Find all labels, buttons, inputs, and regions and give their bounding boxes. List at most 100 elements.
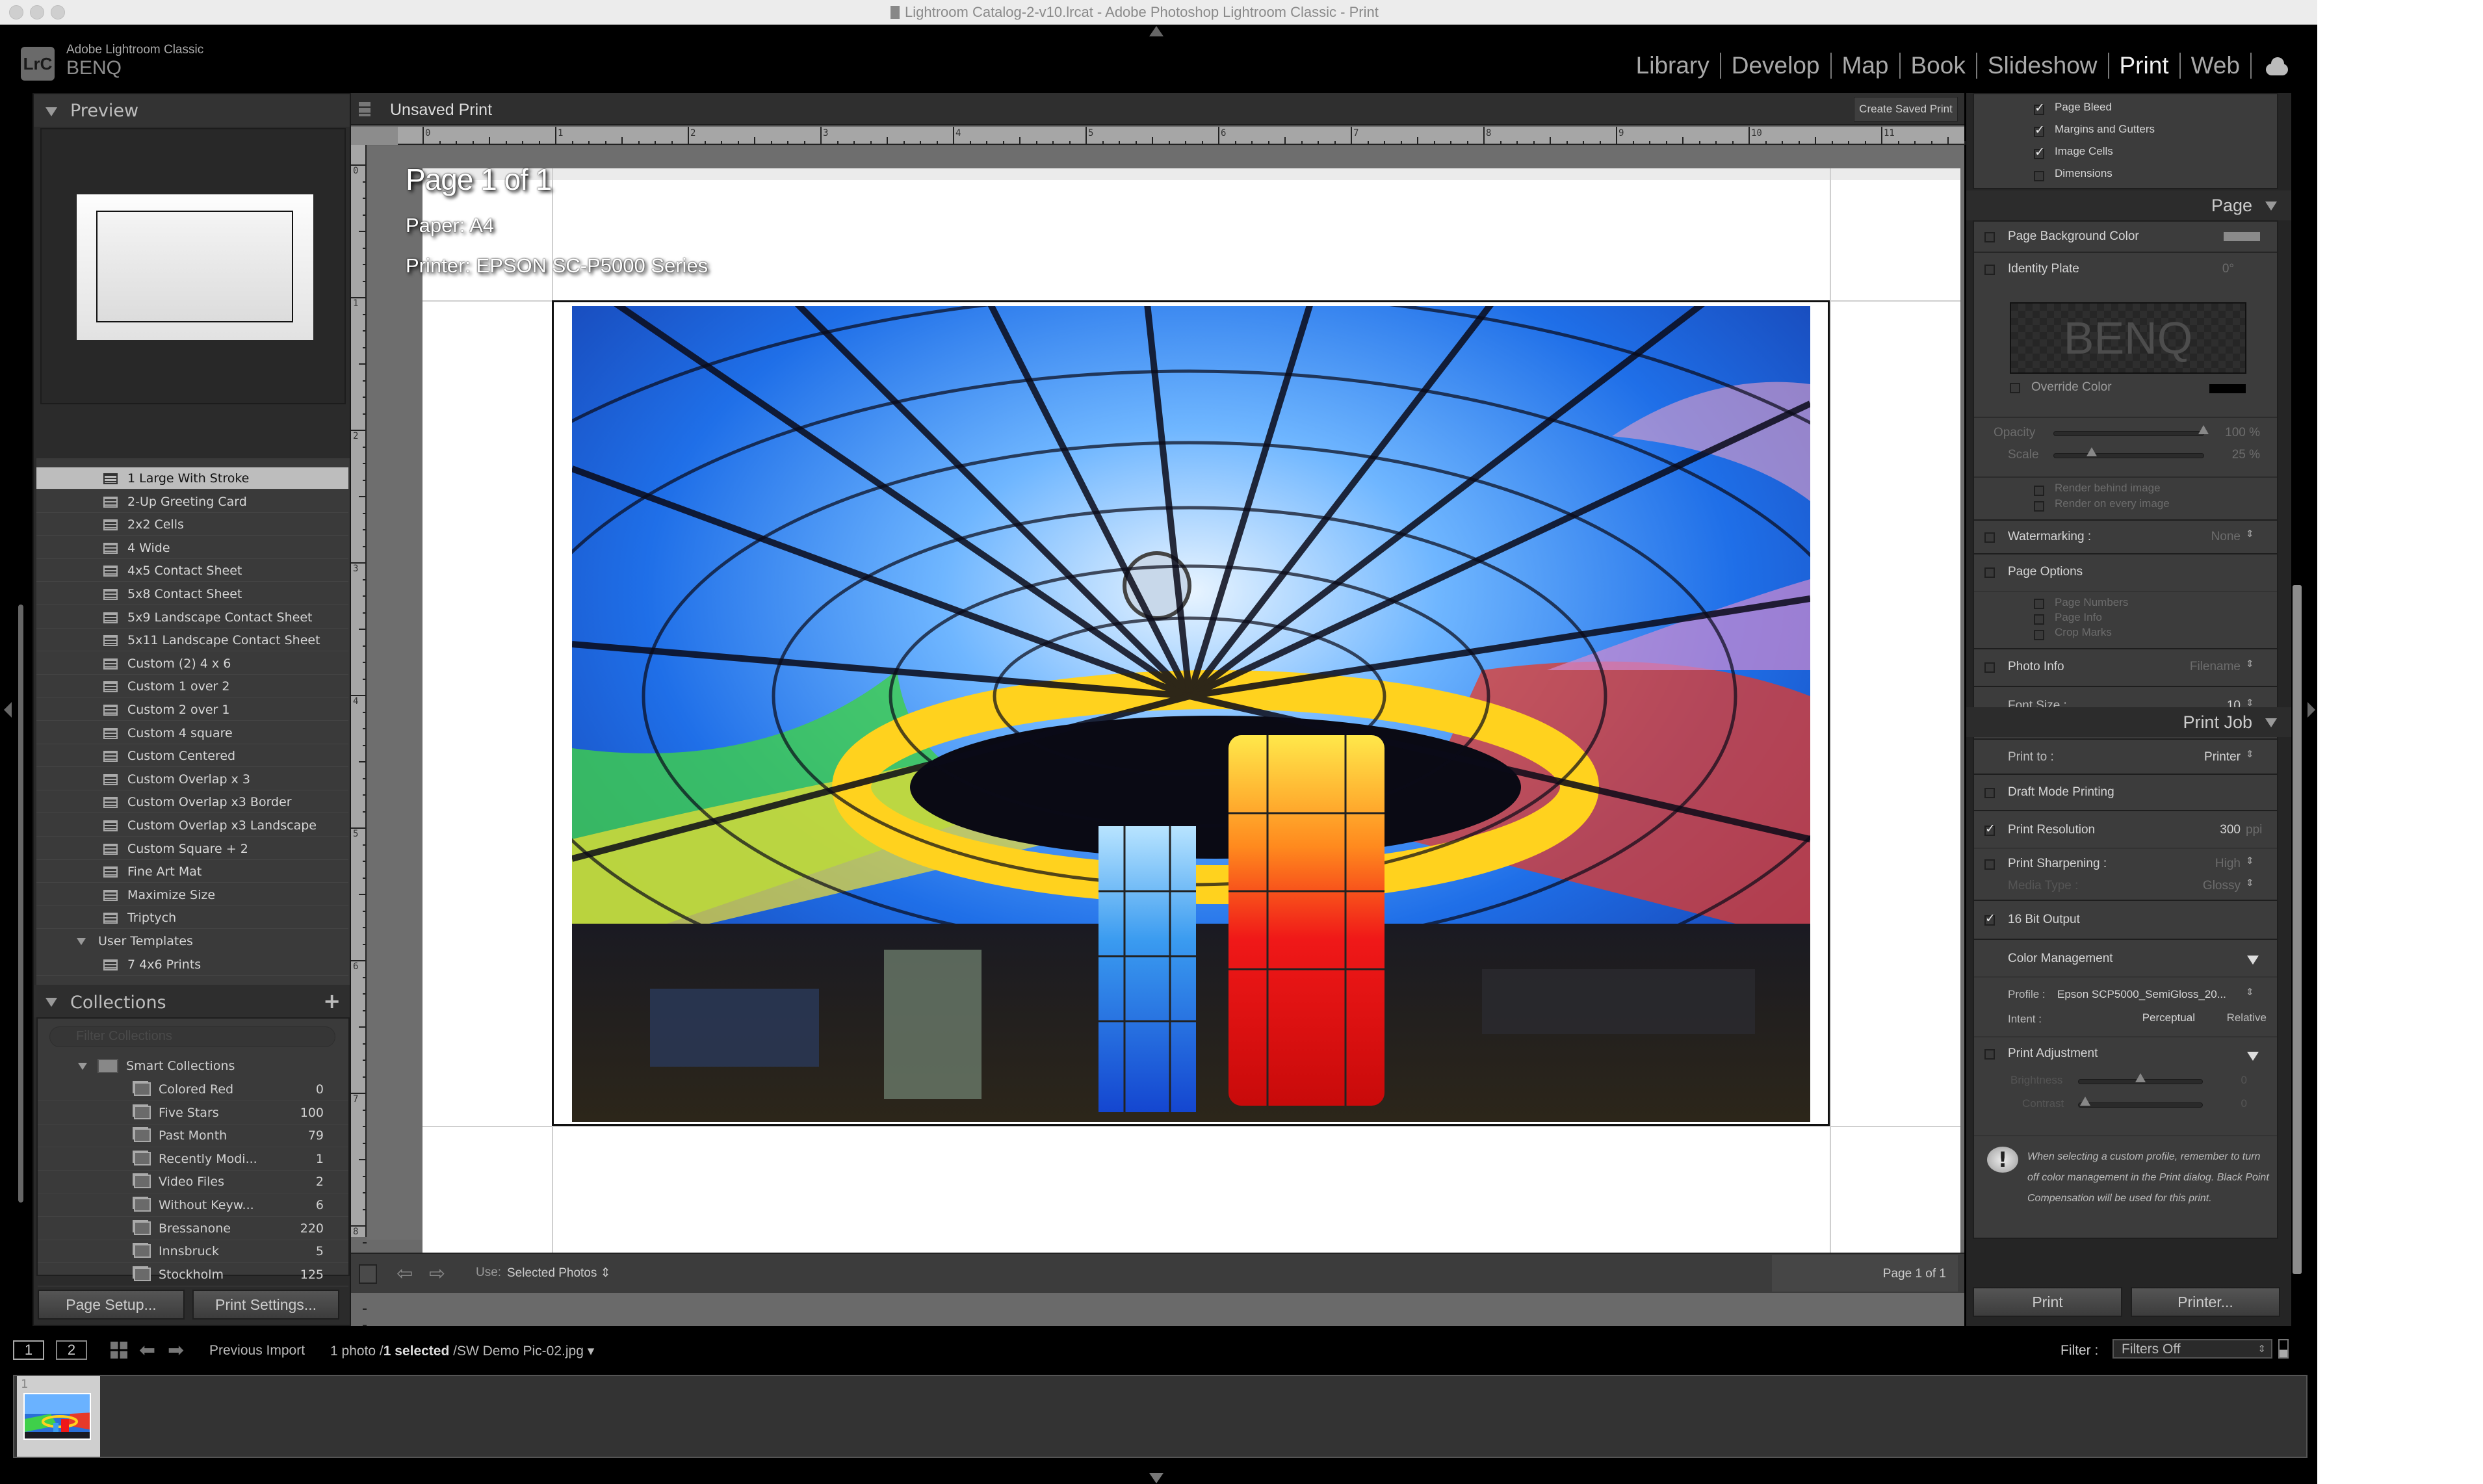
template-item[interactable]: Custom 2 over 1	[36, 699, 348, 721]
zoom-window-button[interactable]	[51, 5, 65, 20]
scale-value[interactable]: 25 %	[2215, 448, 2260, 462]
contrast-slider[interactable]	[2078, 1097, 2203, 1108]
opacity-value[interactable]: 100 %	[2215, 426, 2260, 440]
template-item[interactable]: Triptych	[36, 907, 348, 930]
next-page-arrow-icon[interactable]: ⇨	[429, 1264, 446, 1284]
smart-collection-item[interactable]: Past Month 79	[38, 1125, 348, 1148]
print-to-select[interactable]: Printer	[2169, 750, 2241, 764]
profile-select[interactable]: Epson SCP5000_SemiGloss_20...	[2057, 988, 2241, 1001]
intent-perceptual[interactable]: Perceptual	[2130, 1011, 2195, 1024]
page-options-checkbox[interactable]	[1984, 567, 1995, 578]
filmstrip-thumbnail[interactable]: 1	[17, 1376, 100, 1457]
photo-info-checkbox[interactable]	[1984, 662, 1995, 673]
minimize-window-button[interactable]	[30, 5, 44, 20]
right-panel-scrollbar[interactable]	[2293, 585, 2302, 1274]
use-selector[interactable]: Selected Photos ⇕	[507, 1266, 611, 1281]
page-setup-button[interactable]: Page Setup...	[38, 1290, 185, 1320]
media-type-select[interactable]: Glossy	[2189, 879, 2241, 893]
collection-item[interactable]: Bressanone 220	[38, 1217, 348, 1240]
template-item[interactable]: Custom Centered	[36, 745, 348, 768]
module-web[interactable]: Web	[2181, 52, 2250, 79]
filter-select[interactable]: Filters Off ⇕	[2112, 1339, 2272, 1359]
photo-dome-of-light[interactable]	[572, 306, 1810, 1122]
scale-slider[interactable]	[2053, 447, 2204, 458]
module-slideshow[interactable]: Slideshow	[1977, 52, 2108, 79]
identity-plate-preview[interactable]: BENQ	[2010, 302, 2246, 374]
template-item[interactable]: Custom Overlap x3 Border	[36, 791, 348, 814]
module-map[interactable]: Map	[1832, 52, 1899, 79]
filter-lock-toggle[interactable]	[2278, 1339, 2289, 1359]
slider-thumb[interactable]	[2198, 425, 2209, 434]
collections-panel-header[interactable]: Collections +	[34, 985, 350, 1017]
create-saved-print-button[interactable]: Create Saved Print	[1854, 97, 1958, 122]
guide-checkbox[interactable]	[2034, 145, 2045, 159]
template-item[interactable]: Custom 4 square	[36, 722, 348, 744]
slider-thumb[interactable]	[2135, 1073, 2146, 1082]
template-item[interactable]: 4 Wide	[36, 537, 348, 559]
print-sharpening-select[interactable]: High	[2189, 857, 2241, 871]
page-background-swatch[interactable]	[2224, 232, 2260, 241]
filter-collections-input[interactable]: Filter Collections	[49, 1026, 335, 1047]
brightness-value[interactable]: 0	[2221, 1074, 2247, 1087]
previous-page-arrow-icon[interactable]: ⇦	[396, 1264, 413, 1284]
16-bit-output-checkbox[interactable]	[1984, 911, 1996, 926]
print-job-panel-header[interactable]: Print Job	[1966, 707, 2291, 737]
smart-collection-item[interactable]: Video Files 2	[38, 1171, 348, 1194]
secondary-window-button[interactable]: 2	[56, 1340, 87, 1360]
page-info-checkbox[interactable]	[2034, 614, 2044, 625]
intent-relative[interactable]: Relative	[2215, 1011, 2267, 1024]
watermarking-select[interactable]: None	[2195, 530, 2241, 544]
brightness-slider[interactable]	[2078, 1073, 2203, 1084]
override-color-checkbox[interactable]	[2010, 383, 2020, 393]
collection-item[interactable]: Stockholm 125	[38, 1264, 348, 1286]
print-resolution-checkbox[interactable]	[1984, 822, 1996, 836]
user-templates-folder[interactable]: User Templates	[36, 930, 348, 952]
guide-checkbox[interactable]	[2034, 101, 2045, 115]
template-item[interactable]: Custom Overlap x 3	[36, 768, 348, 790]
template-item[interactable]: 5x8 Contact Sheet	[36, 583, 348, 605]
preview-panel-header[interactable]: Preview	[34, 94, 350, 127]
template-item[interactable]: Fine Art Mat	[36, 861, 348, 883]
collapse-filmstrip-arrow[interactable]	[1149, 1473, 1164, 1483]
filmstrip-selection-info[interactable]: 1 photo /1 selected /SW Demo Pic-02.jpg …	[330, 1343, 594, 1359]
smart-collection-item[interactable]: Without Keyw... 6	[38, 1194, 348, 1217]
print-button[interactable]: Print	[1973, 1287, 2122, 1317]
template-item[interactable]: Custom (2) 4 x 6	[36, 653, 348, 675]
cloud-icon[interactable]	[2265, 56, 2288, 75]
template-item[interactable]: 2x2 Cells	[36, 514, 348, 536]
module-library[interactable]: Library	[1626, 52, 1720, 79]
forward-arrow-icon[interactable]: ➡	[168, 1339, 184, 1362]
template-item[interactable]: 1 Large With Stroke	[36, 467, 348, 489]
grid-view-icon[interactable]	[110, 1342, 127, 1359]
draft-mode-checkbox[interactable]	[1984, 788, 1995, 798]
template-item[interactable]: 4x5 Contact Sheet	[36, 560, 348, 582]
print-resolution-value[interactable]: 300	[2202, 823, 2241, 837]
color-management-header[interactable]: Color Management	[1974, 941, 2277, 978]
collapse-right-panel-arrow[interactable]	[2308, 702, 2315, 718]
slider-thumb[interactable]	[2079, 1097, 2090, 1106]
template-item[interactable]: 5x11 Landscape Contact Sheet	[36, 629, 348, 652]
contrast-value[interactable]: 0	[2221, 1097, 2247, 1110]
user-template-item[interactable]: 7 4x6 Prints	[36, 954, 348, 976]
close-window-button[interactable]	[9, 5, 23, 20]
module-print[interactable]: Print	[2109, 52, 2179, 79]
add-collection-icon[interactable]: +	[323, 989, 341, 1013]
slider-thumb[interactable]	[2086, 447, 2097, 456]
identity-plate-checkbox[interactable]	[1984, 265, 1995, 275]
guide-checkbox[interactable]	[2034, 123, 2045, 137]
template-item[interactable]: Maximize Size	[36, 884, 348, 906]
render-behind-checkbox[interactable]	[2034, 486, 2044, 496]
template-item[interactable]: Custom Square + 2	[36, 838, 348, 860]
image-cell[interactable]	[552, 300, 1830, 1126]
smart-collections-folder[interactable]: Smart Collections	[38, 1055, 348, 1078]
crop-marks-checkbox[interactable]	[2034, 630, 2044, 640]
page-numbers-checkbox[interactable]	[2034, 599, 2044, 609]
guide-checkbox[interactable]	[2034, 171, 2044, 181]
template-item[interactable]: Custom Overlap x3 Landscape	[36, 814, 348, 837]
collection-item[interactable]: Innsbruck 5	[38, 1240, 348, 1264]
page-view-toggle[interactable]	[359, 1264, 377, 1284]
photo-info-select[interactable]: Filename	[2169, 660, 2241, 674]
module-develop[interactable]: Develop	[1721, 52, 1830, 79]
template-item[interactable]: 2-Up Greeting Card	[36, 491, 348, 513]
template-item[interactable]: Custom 1 over 2	[36, 675, 348, 698]
